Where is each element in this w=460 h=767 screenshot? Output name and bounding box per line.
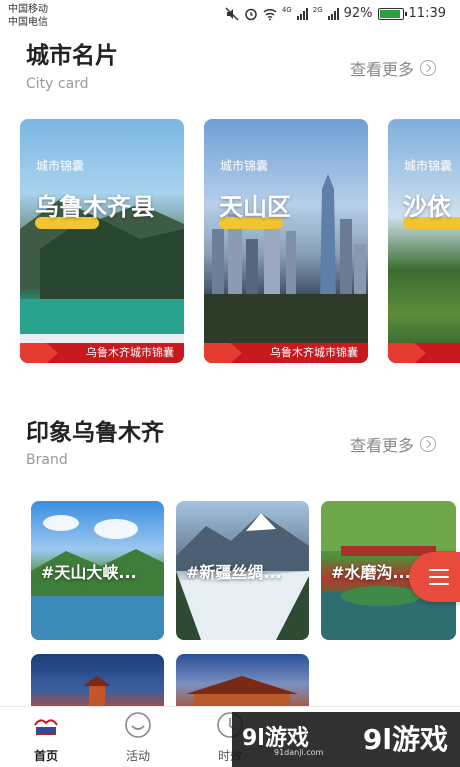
carrier-2: 中国电信: [8, 17, 48, 28]
brand-tile[interactable]: #新疆丝绸...: [176, 501, 309, 640]
chevron-right-icon: [420, 436, 436, 452]
city-card[interactable]: 城市锦囊 天山区 乌鲁木齐城市锦囊: [204, 119, 368, 363]
battery-percent: 92%: [343, 6, 373, 21]
watermark-overlay: 9l游戏 91danji.com 9l游戏: [232, 712, 460, 767]
brand-tile-label: #天山大峡...: [41, 563, 137, 582]
brand-tile[interactable]: [31, 654, 164, 714]
watermark-url: 91danji.com: [274, 748, 324, 757]
network-2-label: 2G: [312, 6, 323, 14]
city-card-badge: 城市锦囊: [220, 159, 269, 173]
network-1-label: 4G: [281, 6, 292, 14]
alarm-icon: [244, 7, 258, 21]
brand-section-subtitle: Brand: [26, 452, 68, 468]
smile-circle-icon: [124, 711, 152, 739]
wifi-icon: [263, 7, 277, 21]
city-skyline-image: [204, 174, 368, 344]
nav-item-home[interactable]: 首页: [6, 711, 86, 764]
temple-image: [186, 676, 298, 714]
mountain-lake-image: [20, 199, 184, 346]
city-more-label: 查看更多: [349, 60, 414, 79]
city-card-ribbon-text: 乌鲁木齐城市锦囊: [86, 346, 174, 359]
brand-tile[interactable]: #天山大峡...: [31, 501, 164, 640]
signal-2-icon: [327, 7, 339, 20]
city-section-title: 城市名片: [26, 43, 118, 69]
carrier-1: 中国移动: [8, 4, 48, 15]
pavilion-image: [83, 676, 111, 714]
nav-home-label: 首页: [33, 749, 58, 763]
city-card[interactable]: 城市锦囊 沙依: [388, 119, 460, 363]
city-more-link[interactable]: 查看更多: [350, 56, 436, 80]
mute-icon: [225, 6, 239, 21]
home-logo-icon: [32, 711, 60, 739]
battery-icon: [377, 7, 407, 20]
city-card-badge: 城市锦囊: [36, 159, 85, 173]
city-card-name: 天山区: [219, 193, 291, 221]
floating-menu-button[interactable]: [409, 552, 460, 602]
city-card-ribbon: 乌鲁木齐城市锦囊: [20, 343, 184, 363]
chevron-right-icon: [420, 60, 436, 76]
brand-tile-label: #新疆丝绸...: [186, 563, 282, 582]
city-card-name: 乌鲁木齐县: [35, 193, 155, 221]
nav-activity-label: 活动: [125, 749, 150, 763]
city-card[interactable]: 城市锦囊 乌鲁木齐县 乌鲁木齐城市锦囊: [20, 119, 184, 363]
nav-item-activity[interactable]: 活动: [98, 711, 178, 764]
city-card-ribbon: 乌鲁木齐城市锦囊: [204, 343, 368, 363]
brand-more-link[interactable]: 查看更多: [350, 432, 436, 456]
status-icons: 4G 2G 92% 11:39: [225, 6, 446, 21]
brand-more-label: 查看更多: [349, 436, 414, 455]
city-card-ribbon-text: 乌鲁木齐城市锦囊: [270, 346, 358, 359]
city-card-badge: 城市锦囊: [404, 159, 453, 173]
clock-time: 11:39: [408, 6, 446, 21]
brand-tile-label: #水磨沟...: [331, 563, 411, 582]
watermark-brand: 9l游戏: [362, 723, 448, 756]
city-card-ribbon: [388, 343, 460, 363]
carrier-info: 中国移动 中国电信: [8, 3, 48, 29]
brand-section-title: 印象乌鲁木齐: [26, 420, 164, 446]
city-card-name: 沙依: [403, 193, 451, 221]
status-bar: 中国移动 中国电信 4G 2G 92% 11:39: [0, 0, 460, 34]
brand-tile[interactable]: [176, 654, 309, 714]
signal-1-icon: [296, 7, 308, 20]
city-section-subtitle: City card: [26, 76, 89, 92]
